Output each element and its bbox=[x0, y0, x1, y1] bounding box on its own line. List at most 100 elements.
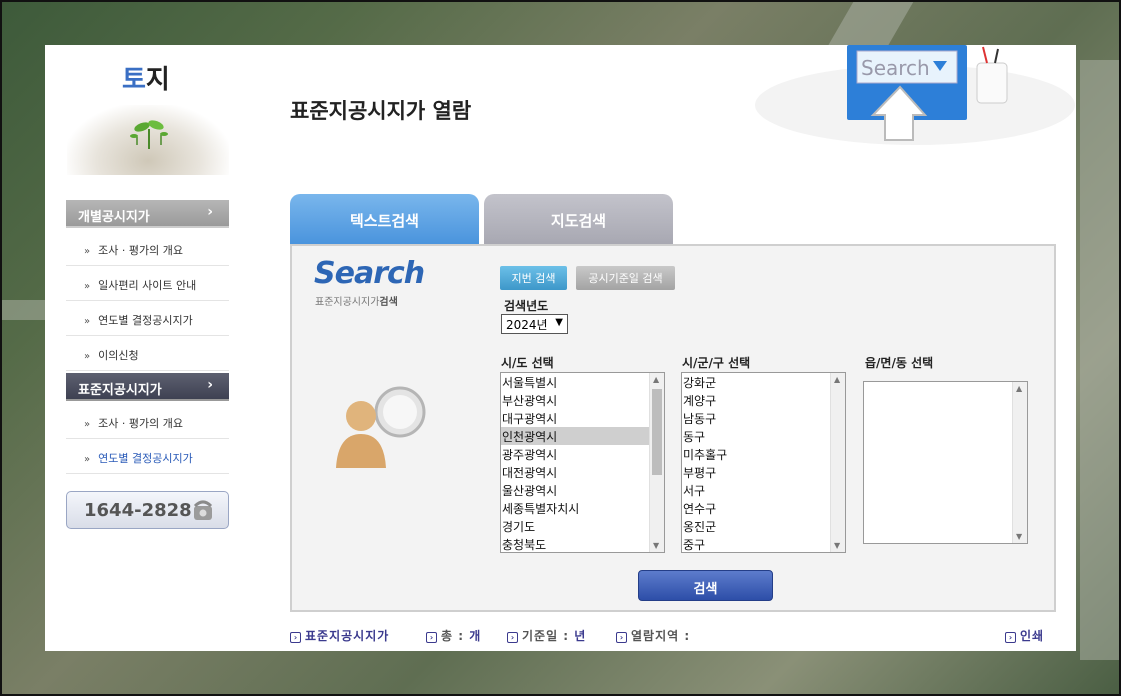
list-option[interactable]: 서울특별시 bbox=[501, 373, 664, 391]
scrollbar[interactable]: ▲ ▼ bbox=[1012, 382, 1027, 543]
list-option[interactable]: 대전광역시 bbox=[501, 463, 664, 481]
sido-listbox[interactable]: 서울특별시 부산광역시 대구광역시 인천광역시 광주광역시 대전광역시 울산광역시 세종특별자… bbox=[500, 372, 665, 553]
arrow-box-icon: › bbox=[507, 632, 518, 643]
info-base-date: › 기준일 : 년 bbox=[507, 627, 586, 644]
list-option[interactable]: 광주광역시 bbox=[501, 445, 664, 463]
scroll-up-icon[interactable]: ▲ bbox=[834, 375, 840, 384]
sidebar-item-label: 연도별 결정공시지가 bbox=[98, 452, 193, 465]
sidebar-item-yearly-price-2[interactable]: » 연도별 결정공시지가 bbox=[66, 439, 229, 474]
background-road bbox=[0, 300, 45, 320]
sido-label: 시/도 선택 bbox=[501, 356, 554, 370]
chevron-right-icon: › bbox=[207, 377, 213, 393]
sidebar-item-yearly-price[interactable]: » 연도별 결정공시지가 bbox=[66, 301, 229, 336]
list-option[interactable]: 강화군 bbox=[682, 373, 845, 391]
scrollbar[interactable]: ▲ ▼ bbox=[649, 373, 664, 552]
info-date-unit: 년 bbox=[574, 629, 587, 643]
scroll-up-icon[interactable]: ▲ bbox=[1016, 384, 1022, 393]
list-option[interactable]: 중구 bbox=[682, 535, 845, 552]
year-label: 검색년도 bbox=[504, 299, 549, 313]
tab-text-search[interactable]: 텍스트검색 bbox=[290, 194, 479, 244]
subtitle-part-2: 검색 bbox=[379, 297, 398, 308]
arrow-box-icon: › bbox=[616, 632, 627, 643]
phone-number: 1644-2828 bbox=[84, 500, 192, 521]
tab-map-search[interactable]: 지도검색 bbox=[484, 194, 673, 244]
sidebar-item-ilsa-site[interactable]: » 일사편리 사이트 안내 bbox=[66, 266, 229, 301]
scroll-down-icon[interactable]: ▼ bbox=[653, 541, 659, 550]
info-area: › 열람지역 : bbox=[616, 627, 690, 644]
list-option[interactable]: 남동구 bbox=[682, 409, 845, 427]
sigungu-options: 강화군 계양구 남동구 동구 미추홀구 부평구 서구 연수구 옹진군 중구 bbox=[682, 373, 845, 552]
sigungu-listbox[interactable]: 강화군 계양구 남동구 동구 미추홀구 부평구 서구 연수구 옹진군 중구 ▲ ▼ bbox=[681, 372, 846, 553]
brand-title: 토지 bbox=[122, 59, 170, 96]
sidebar-item-survey-overview-2[interactable]: » 조사 · 평가의 개요 bbox=[66, 404, 229, 439]
telephone-icon bbox=[193, 500, 213, 520]
scroll-thumb[interactable] bbox=[652, 389, 662, 475]
sidebar-item-objection[interactable]: » 이의신청 bbox=[66, 336, 229, 371]
info-total: › 총 : 개 bbox=[426, 627, 481, 644]
bullet-icon: » bbox=[84, 246, 91, 257]
bullet-icon: » bbox=[84, 419, 91, 430]
list-option[interactable]: 계양구 bbox=[682, 391, 845, 409]
year-select-value: 2024년 bbox=[506, 318, 548, 332]
section-label: 표준지공시지가 bbox=[78, 383, 162, 398]
print-label: 인쇄 bbox=[1020, 629, 1045, 643]
search-logo: Search bbox=[314, 256, 425, 291]
list-option[interactable]: 세종특별자치시 bbox=[501, 499, 664, 517]
print-link[interactable]: › 인쇄 bbox=[1005, 627, 1044, 644]
base-date-search-button[interactable]: 공시기준일 검색 bbox=[576, 266, 675, 290]
scroll-down-icon[interactable]: ▼ bbox=[834, 541, 840, 550]
list-option[interactable]: 경기도 bbox=[501, 517, 664, 535]
list-option[interactable]: 부산광역시 bbox=[501, 391, 664, 409]
sidebar-section-individual-price[interactable]: 개별공시지가 › bbox=[66, 200, 229, 228]
brand-part-1: 토 bbox=[122, 65, 146, 95]
banner-search-text: Search bbox=[861, 56, 930, 80]
sidebar-item-label: 연도별 결정공시지가 bbox=[98, 314, 193, 327]
list-option[interactable]: 서구 bbox=[682, 481, 845, 499]
lot-number-search-button[interactable]: 지번 검색 bbox=[500, 266, 567, 290]
search-panel: Search 표준지공시지가검색 지번 검색 공시기준일 검색 검색년도 202… bbox=[290, 244, 1056, 612]
info-total-unit: 개 bbox=[469, 629, 482, 643]
eupmyeondong-label: 읍/면/동 선택 bbox=[865, 356, 934, 370]
main-page: 토지 개별공시지가 › » 조사 · 평가의 개요 » 일사편리 사이트 안내 » 연… bbox=[45, 45, 1076, 651]
info-date-label: 기준일 : bbox=[522, 629, 570, 643]
list-option[interactable]: 울산광역시 bbox=[501, 481, 664, 499]
list-option[interactable]: 미추홀구 bbox=[682, 445, 845, 463]
bullet-icon: » bbox=[84, 454, 91, 465]
search-banner-illustration: Search bbox=[755, 45, 1075, 145]
page-title: 표준지공시지가 열람 bbox=[290, 99, 472, 123]
chevron-down-icon: ▼ bbox=[555, 317, 563, 328]
chevron-right-icon: › bbox=[207, 204, 213, 220]
sprout-icon bbox=[130, 120, 168, 149]
list-option[interactable]: 연수구 bbox=[682, 499, 845, 517]
eupmyeondong-listbox[interactable]: ▲ ▼ bbox=[863, 381, 1028, 544]
list-option[interactable]: 부평구 bbox=[682, 463, 845, 481]
list-option[interactable]: 동구 bbox=[682, 427, 845, 445]
arrow-box-icon: › bbox=[1005, 632, 1016, 643]
list-option[interactable]: 옹진군 bbox=[682, 517, 845, 535]
list-option[interactable]: 대구광역시 bbox=[501, 409, 664, 427]
bullet-icon: » bbox=[84, 316, 91, 327]
person-magnifier-icon bbox=[336, 386, 426, 468]
sidebar-item-label: 조사 · 평가의 개요 bbox=[98, 417, 183, 430]
list-option[interactable]: 충청북도 bbox=[501, 535, 664, 552]
sidebar-item-label: 이의신청 bbox=[98, 349, 139, 362]
info-area-label: 열람지역 : bbox=[631, 629, 691, 643]
info-type: › 표준지공시지가 bbox=[290, 627, 389, 644]
info-type-label: 표준지공시지가 bbox=[305, 629, 390, 643]
phone-banner[interactable]: 1644-2828 bbox=[66, 491, 229, 529]
background-road bbox=[1080, 60, 1120, 660]
arrow-box-icon: › bbox=[290, 632, 301, 643]
scrollbar[interactable]: ▲ ▼ bbox=[830, 373, 845, 552]
sidebar-item-survey-overview[interactable]: » 조사 · 평가의 개요 bbox=[66, 231, 229, 266]
background-road bbox=[825, 0, 915, 50]
year-select[interactable]: 2024년 ▼ bbox=[501, 314, 568, 334]
sigungu-label: 시/군/구 선택 bbox=[682, 356, 751, 370]
search-button[interactable]: 검색 bbox=[638, 570, 773, 601]
sidebar: 토지 개별공시지가 › » 조사 · 평가의 개요 » 일사편리 사이트 안내 » 연… bbox=[45, 45, 245, 651]
sprout-illustration bbox=[67, 105, 229, 175]
bullet-icon: » bbox=[84, 281, 91, 292]
sidebar-section-standard-price[interactable]: 표준지공시지가 › bbox=[66, 373, 229, 401]
scroll-down-icon[interactable]: ▼ bbox=[1016, 532, 1022, 541]
list-option[interactable]: 인천광역시 bbox=[501, 427, 664, 445]
scroll-up-icon[interactable]: ▲ bbox=[653, 375, 659, 384]
